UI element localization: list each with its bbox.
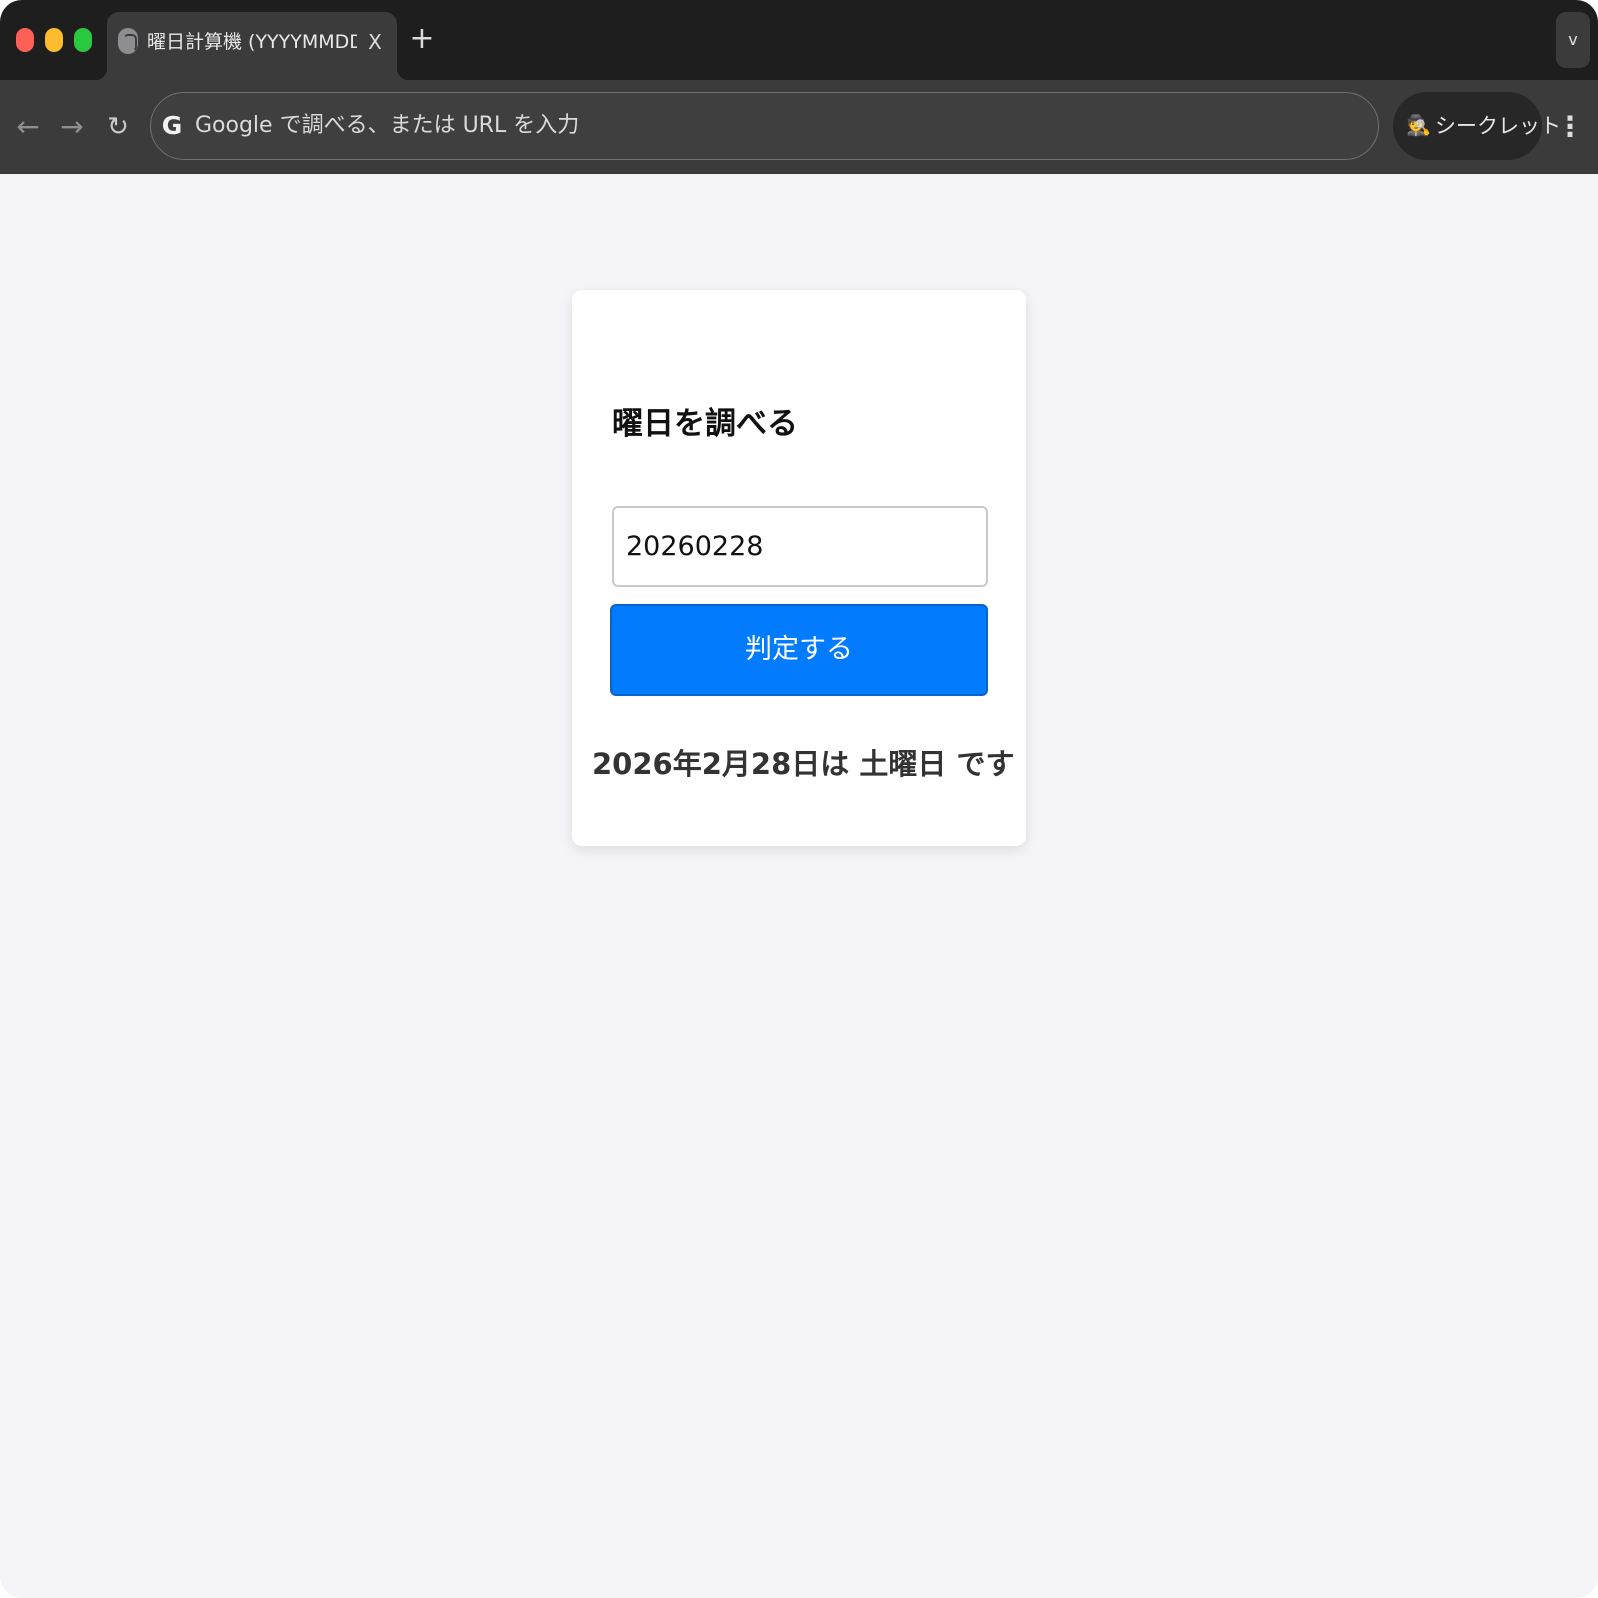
address-bar-placeholder: Google で調べる、または URL を入力 (195, 113, 580, 138)
globe-icon (118, 28, 138, 54)
maximize-window-button[interactable] (74, 28, 92, 52)
date-input[interactable] (612, 506, 988, 587)
browser-menu-button[interactable]: ⋮ (1555, 102, 1585, 152)
forward-button[interactable]: → (54, 102, 90, 152)
active-tab[interactable]: 曜日計算機 (YYYYMMDD) X (95, 12, 409, 80)
browser-window: 曜日計算機 (YYYYMMDD) X + v ← → ↻ G Google で調… (0, 0, 1598, 1598)
tab-search-button[interactable]: v (1556, 12, 1590, 68)
page-title: 曜日を調べる (612, 406, 798, 442)
reload-button[interactable]: ↻ (100, 102, 136, 152)
google-icon: G (161, 111, 183, 140)
tab-title: 曜日計算機 (YYYYMMDD) (147, 31, 357, 53)
minimize-window-button[interactable] (45, 28, 63, 52)
address-bar[interactable]: G Google で調べる、または URL を入力 (150, 92, 1379, 160)
incognito-icon: 🕵 (1406, 113, 1431, 137)
tab-close-button[interactable]: X (362, 27, 388, 57)
page-content: 曜日を調べる 判定する 2026年2月28日は 土曜日 です (0, 174, 1598, 1598)
tab-strip: 曜日計算機 (YYYYMMDD) X + v (0, 0, 1598, 80)
weekday-card: 曜日を調べる 判定する 2026年2月28日は 土曜日 です (572, 290, 1026, 846)
result-text: 2026年2月28日は 土曜日 です (592, 747, 1015, 781)
new-tab-button[interactable]: + (406, 22, 438, 58)
back-button[interactable]: ← (10, 102, 46, 152)
browser-toolbar: ← → ↻ G Google で調べる、または URL を入力 🕵 シークレット… (0, 80, 1598, 174)
incognito-label: シークレット (1435, 114, 1561, 138)
incognito-badge[interactable]: 🕵 シークレット (1393, 92, 1561, 160)
judge-button[interactable]: 判定する (610, 604, 988, 696)
close-window-button[interactable] (16, 28, 34, 52)
